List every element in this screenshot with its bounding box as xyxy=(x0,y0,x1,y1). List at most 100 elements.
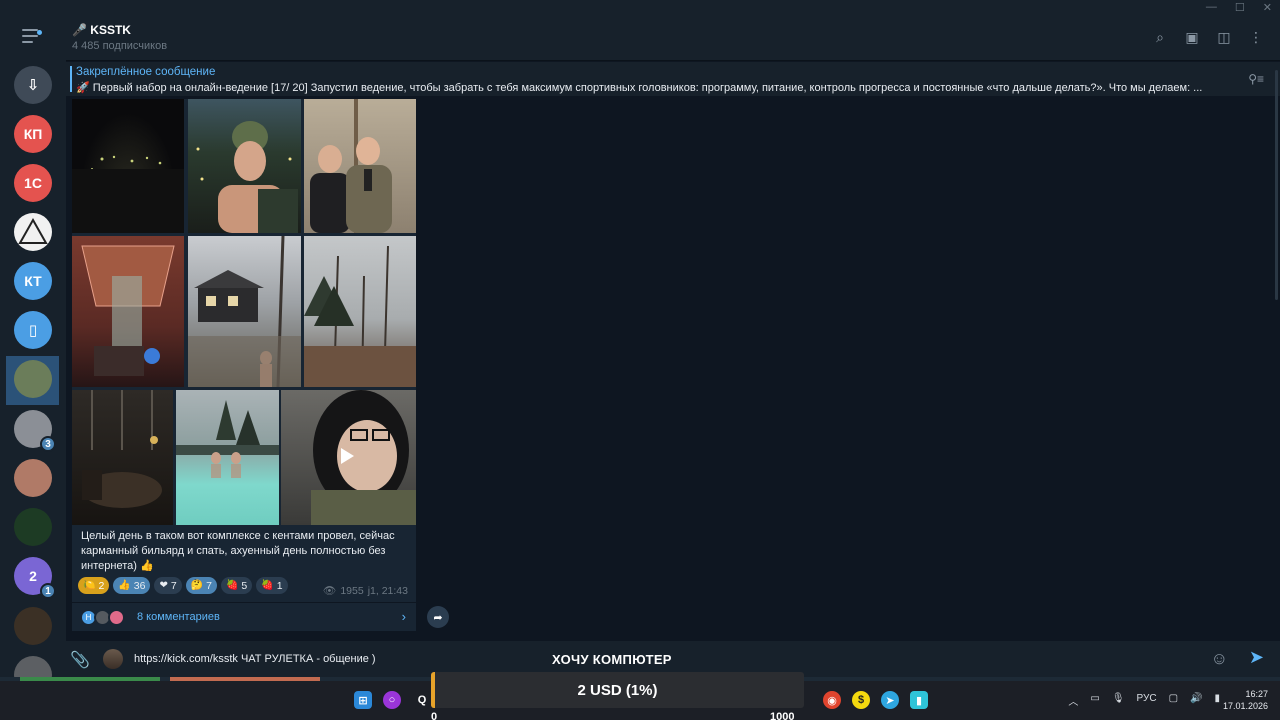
comments-button[interactable]: Н 8 комментариев › xyxy=(72,602,416,631)
archive-icon: ⇩ xyxy=(26,77,40,94)
chevron-up-icon[interactable]: ︿ xyxy=(1068,693,1078,708)
chrome-icon[interactable]: ◉ xyxy=(823,691,841,709)
channel-title[interactable]: 🎤 KSSTK xyxy=(72,23,131,37)
reactions-row: 🍋 2 👍 36 ❤ 7 🤔 7 🍓 5 🍓 1 xyxy=(78,577,288,594)
maximize-icon[interactable]: ☐ xyxy=(1235,1,1245,14)
chat-initials: КП xyxy=(23,126,43,142)
donation-progress-fill xyxy=(431,672,435,708)
reaction-count: 1 xyxy=(276,579,283,592)
window-titlebar: — ☐ ✕ xyxy=(0,0,1280,17)
sidebar-chat-11[interactable]: 21 xyxy=(14,557,56,599)
album-photo-8[interactable] xyxy=(176,390,279,525)
view-count: 1955 xyxy=(340,584,364,597)
reaction-emoji: 🍓 xyxy=(225,580,239,591)
app-icon[interactable]: ○ xyxy=(383,691,401,709)
commenter-avatar xyxy=(108,609,125,626)
sidebar-chat-4[interactable] xyxy=(14,213,52,251)
donation-goal-bar: 2 USD (1%) xyxy=(431,672,804,708)
sidebar-chat-9[interactable] xyxy=(14,459,52,497)
app-window: — ☐ ✕ ⇩ КП 1С КТ ▯ 3 2 1 🎤 KSSTK 4 485 подписчи… xyxy=(0,0,1280,720)
album-photo-4[interactable] xyxy=(72,236,184,387)
attach-icon[interactable]: 📎 xyxy=(70,650,90,670)
donation-amount: 2 USD (1%) xyxy=(577,681,658,699)
donation-min: 0 xyxy=(431,711,438,720)
sidebar-chat-1[interactable]: ⇩ xyxy=(14,66,52,104)
sidebar-chat-12[interactable] xyxy=(14,607,52,645)
message-input[interactable]: https://kick.com/ksstk ЧАТ РУЛЕТКА - общ… xyxy=(134,653,376,665)
app-icon[interactable]: $ xyxy=(852,691,870,709)
pinned-text: 🚀 Первый набор на онлайн-ведение [17/ 20… xyxy=(76,82,1203,94)
send-icon[interactable]: ➤ xyxy=(1249,647,1264,668)
album-photo-7[interactable] xyxy=(72,390,173,525)
more-vertical-icon[interactable]: ⋮ xyxy=(1248,29,1264,45)
reaction-count: 5 xyxy=(241,579,248,592)
album-photo-2[interactable] xyxy=(188,99,301,233)
reaction-chip[interactable]: 🤔 7 xyxy=(185,577,217,594)
menu-notification-dot xyxy=(37,30,42,35)
album-photo-6[interactable] xyxy=(304,236,416,387)
app-icon[interactable]: Q xyxy=(413,691,431,709)
clock-date: 17.01.2026 xyxy=(1222,701,1268,711)
sidebar-chat-10[interactable] xyxy=(14,508,52,546)
reaction-chip[interactable]: 🍓 5 xyxy=(220,577,253,594)
sidebar-chat-8[interactable]: 3 xyxy=(14,410,56,452)
system-clock[interactable]: 16:27 17.01.2026 xyxy=(1223,688,1268,712)
pinned-message-bar[interactable]: Закреплённое сообщение 🚀 Первый набор на… xyxy=(66,62,1280,96)
emoji-icon[interactable]: ☺ xyxy=(1211,649,1228,669)
reaction-chip[interactable]: 👍 36 xyxy=(113,577,151,594)
telegram-icon[interactable]: ➤ xyxy=(881,691,899,709)
language-indicator[interactable]: РУС xyxy=(1137,693,1157,708)
sidebar-chat-6[interactable]: ▯ xyxy=(14,311,52,349)
pin-list-icon[interactable]: ⚲≡ xyxy=(1248,72,1264,86)
clock-time: 16:27 xyxy=(1245,689,1268,699)
views-icon: 👁 xyxy=(323,585,337,597)
donation-max: 1000 xyxy=(770,711,795,720)
search-icon[interactable]: ⌕ xyxy=(1152,29,1168,45)
reaction-emoji: 🍋 xyxy=(83,580,96,591)
channel-post: Целый день в таком вот комплексе с кента… xyxy=(72,99,416,602)
windows-start-icon[interactable]: ⊞ xyxy=(354,691,372,709)
sidebar-toggle-icon[interactable]: ◫ xyxy=(1216,29,1232,45)
sidebar-chat-7[interactable] xyxy=(14,360,52,398)
chat-initials: 2 xyxy=(29,568,37,584)
minimize-icon[interactable]: — xyxy=(1206,1,1217,14)
album-video-9[interactable] xyxy=(281,390,416,525)
reaction-chip[interactable]: 🍓 1 xyxy=(256,577,288,594)
window-controls: — ☐ ✕ xyxy=(1206,1,1272,14)
pinned-title: Закреплённое сообщение xyxy=(76,66,216,78)
display-icon: ▢ xyxy=(1168,693,1179,704)
album-photo-1[interactable] xyxy=(72,99,184,233)
channel-title-text: KSSTK xyxy=(90,23,131,37)
reaction-chip[interactable]: ❤ 7 xyxy=(154,577,182,594)
album-photo-3[interactable] xyxy=(304,99,416,233)
reaction-emoji: 🍓 xyxy=(261,580,274,591)
unread-badge: 3 xyxy=(40,436,56,452)
scrollbar[interactable] xyxy=(1275,70,1278,300)
reaction-count: 2 xyxy=(98,579,105,592)
chat-initials: 1С xyxy=(24,175,42,191)
channel-emoji-icon: 🎤 xyxy=(72,23,91,37)
play-icon[interactable] xyxy=(341,448,354,464)
close-icon[interactable]: ✕ xyxy=(1263,1,1272,14)
reaction-emoji: 🤔 xyxy=(190,580,204,591)
album-photo-5[interactable] xyxy=(188,236,301,387)
reaction-chip[interactable]: 🍋 2 xyxy=(78,577,110,594)
sidebar-chat-3[interactable]: 1С xyxy=(14,164,52,202)
chat-header: 🎤 KSSTK 4 485 подписчиков ⌕ ▣ ◫ ⋮ xyxy=(66,17,1280,61)
reaction-count: 7 xyxy=(170,579,177,592)
post-caption: Целый день в таком вот комплексе с кента… xyxy=(81,530,395,572)
sidebar-chat-5[interactable]: КТ xyxy=(14,262,52,300)
chat-sidebar: ⇩ КП 1С КТ ▯ 3 2 1 xyxy=(0,17,66,694)
microphone-icon: 🎙 xyxy=(1111,693,1125,704)
share-icon[interactable]: ➦ xyxy=(427,606,449,628)
reaction-count: 7 xyxy=(206,579,212,592)
reaction-emoji: ❤ xyxy=(159,580,168,591)
sidebar-chat-2[interactable]: КП xyxy=(14,115,52,153)
discussion-icon[interactable]: ▣ xyxy=(1184,29,1200,45)
chat-initials: КТ xyxy=(24,273,42,289)
app-icon[interactable]: ▮ xyxy=(910,691,928,709)
subscriber-count: 4 485 подписчиков xyxy=(72,40,168,52)
volume-icon[interactable]: 🔊 xyxy=(1190,693,1202,708)
send-as-avatar[interactable] xyxy=(103,649,123,669)
system-tray: ︿ ▭ 🎙 РУС ▢ 🔊 ▮ xyxy=(1068,693,1220,708)
